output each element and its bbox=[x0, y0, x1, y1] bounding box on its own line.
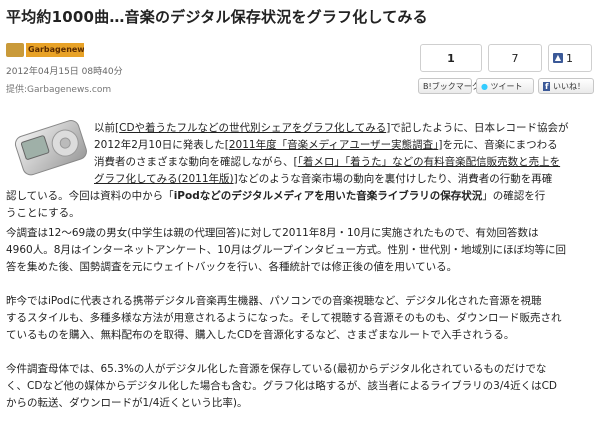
article-title: 平均約1000曲…音楽のデジタル保存状況をグラフ化してみる bbox=[6, 8, 428, 26]
p1-line1: 以前[CDや着うたフルなどの世代別シェアをグラフ化してみる]で記したように、日本… bbox=[94, 120, 569, 136]
tweet-count: 7 bbox=[511, 51, 519, 65]
p1-line4: グラフ化してみる(2011年版)]などのような音楽市場の動向を裏付けしたり、消費… bbox=[94, 171, 552, 187]
facebook-icon: f bbox=[543, 82, 551, 91]
like-button[interactable]: f いいね！ bbox=[538, 78, 594, 94]
link-survey-2011[interactable]: 2011年度「音楽メディアユーザー実態調査」 bbox=[229, 139, 439, 151]
share-count-box[interactable]: 1 bbox=[420, 44, 482, 72]
like-button-label: いいね！ bbox=[553, 82, 586, 91]
p1-text: 以前[ bbox=[94, 122, 120, 134]
publish-date: 2012年04月15日 08時40分 bbox=[6, 67, 123, 77]
p4-line2: く、CDなど他の媒体からデジタル化した場合も含む。グラフ化は略するが、該当者によ… bbox=[6, 380, 557, 392]
twitter-bird-icon: ● bbox=[481, 82, 488, 91]
like-count-box[interactable]: ▲ 1 bbox=[548, 44, 592, 72]
p1-line2: 2012年2月10日に発表した[2011年度「音楽メディアユーザー実態調査」]を… bbox=[94, 137, 558, 153]
p1-line5: 認している。今回は資料の中から「iPodなどのデジタルメディアを用いた音楽ライブ… bbox=[6, 188, 545, 204]
hatena-bookmark-button[interactable]: B!ブックマーク bbox=[418, 78, 480, 94]
tweet-count-box[interactable]: 7 bbox=[488, 44, 542, 72]
p1-text: 消費者のさまざまな動向を確認しながら、[ bbox=[94, 156, 298, 168]
p2-line3: 答を集めた後、国勢調査を元にウェイトバックを行い、各種統計では修正後の値を用いて… bbox=[6, 261, 458, 273]
link-cd-share[interactable]: CDや着うたフルなどの世代別シェアをグラフ化してみる bbox=[119, 122, 386, 134]
p1-text: ]を元に、音楽にまつわる bbox=[438, 139, 558, 151]
p1-text: ]などのような音楽市場の動向を裏付けしたり、消費者の行動を再確 bbox=[233, 173, 553, 185]
ipod-image bbox=[14, 120, 87, 176]
logo-text: Garbagenews.com bbox=[26, 43, 84, 57]
logo-mark-icon bbox=[6, 43, 24, 57]
p1-text: 」の確認を行 bbox=[482, 190, 546, 202]
link-music-sales[interactable]: 「着メロ」「着うた」などの有料音楽配信販売数と売上を bbox=[298, 156, 561, 168]
thumbs-up-icon: ▲ bbox=[553, 53, 563, 63]
tweet-button[interactable]: ● ツイート bbox=[476, 78, 534, 94]
p3-line1: 昨今ではiPodに代表される携帯デジタル音楽再生機器、パソコンでの音楽視聴など、… bbox=[6, 295, 542, 307]
hatena-button-label: B!ブックマーク bbox=[423, 82, 480, 91]
site-logo[interactable]: Garbagenews.com bbox=[6, 43, 84, 57]
p3-line3: ているものを購入、無料配布のを取得、購入したCDを音源化するなど、さまざまなルー… bbox=[6, 329, 515, 341]
p4-line3: からの転送、ダウンロードが1/4近くという比率)。 bbox=[6, 397, 248, 409]
p3-line2: するスタイルも、多種多様な方法が用意されるようになった。そして視聴する音源そのも… bbox=[6, 312, 562, 324]
p1-text: ]で記したように、日本レコード協会が bbox=[386, 122, 569, 134]
p1-text: 認している。今回は資料の中から「 bbox=[6, 190, 174, 202]
source-line: 提供:Garbagenews.com bbox=[6, 82, 111, 95]
p2-line2: 4960人。8月はインターネットアンケート、10月はグループインタビュー方式。性… bbox=[6, 244, 567, 256]
p1-line6: うことにする。 bbox=[6, 207, 80, 219]
p2-line1: 今調査は12～69歳の男女(中学生は親の代理回答)に対して2011年8月・10月… bbox=[6, 227, 539, 239]
link-music-sales-2[interactable]: グラフ化してみる(2011年版) bbox=[94, 173, 234, 185]
share-count: 1 bbox=[447, 51, 455, 65]
p1-highlight: iPodなどのデジタルメディアを用いた音楽ライブラリの保存状況 bbox=[173, 190, 483, 202]
p1-line3: 消費者のさまざまな動向を確認しながら、[「着メロ」「着うた」などの有料音楽配信販… bbox=[94, 154, 560, 170]
p4-line1: 今件調査母体では、65.3%の人がデジタル化した音源を保存している(最初からデジ… bbox=[6, 363, 547, 375]
source-label: 提供: bbox=[6, 85, 28, 95]
source-name: Garbagenews.com bbox=[27, 85, 112, 95]
like-count: 1 bbox=[566, 51, 573, 65]
tweet-button-label: ツイート bbox=[490, 82, 523, 91]
p1-text: 2012年2月10日に発表した[ bbox=[94, 139, 229, 151]
